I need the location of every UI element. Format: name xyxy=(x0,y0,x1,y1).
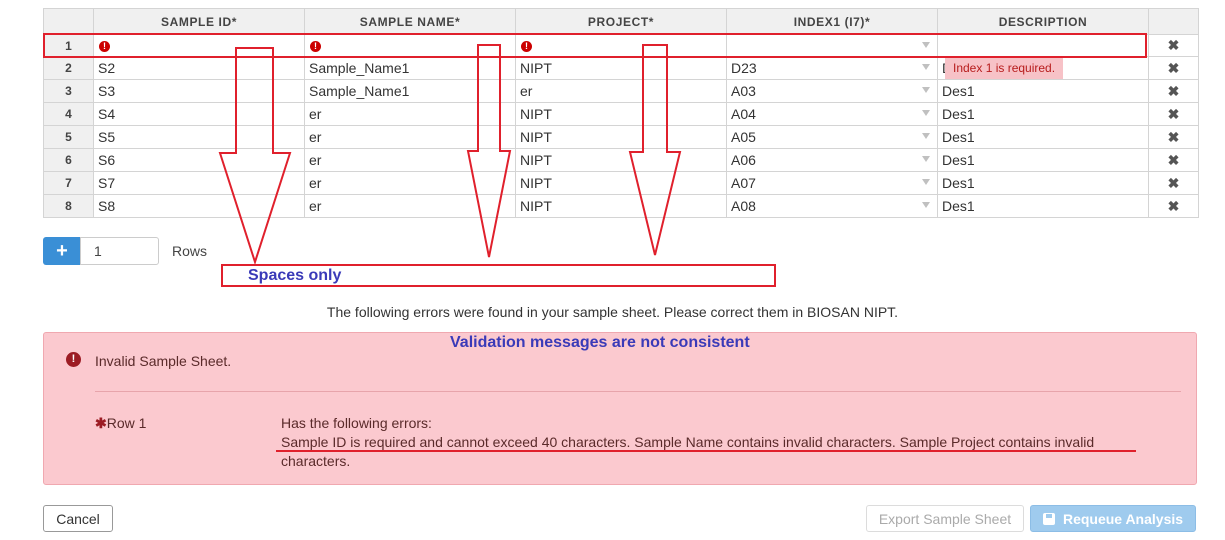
arrow-sample-name xyxy=(466,44,512,258)
error-row-label: ✱Row 1 xyxy=(95,415,147,431)
annotation-validation: Validation messages are not consistent xyxy=(450,334,750,351)
error-underline-annotation xyxy=(276,450,1136,452)
error-details: Sample ID is required and cannot exceed … xyxy=(281,434,1095,469)
arrow-project xyxy=(628,44,682,256)
cancel-button[interactable]: Cancel xyxy=(43,505,113,532)
asterisk-icon: ✱ xyxy=(95,415,107,431)
errors-found-message: The following errors were found in your … xyxy=(326,304,899,320)
save-icon xyxy=(1042,512,1055,525)
error-heading: Has the following errors: xyxy=(281,415,432,431)
alert-icon: ! xyxy=(66,352,81,367)
requeue-label: Requeue Analysis xyxy=(1062,510,1184,527)
export-sample-sheet-button[interactable]: Export Sample Sheet xyxy=(866,505,1024,532)
error-panel: ! Invalid Sample Sheet. ✱Row 1 Has the f… xyxy=(43,332,1197,485)
error-panel-title: Invalid Sample Sheet. xyxy=(95,353,232,369)
arrow-sample-id xyxy=(218,47,292,266)
requeue-analysis-button[interactable]: Requeue Analysis xyxy=(1030,505,1196,532)
annotation-spaces-only: Spaces only xyxy=(248,267,342,284)
divider xyxy=(95,391,1181,392)
